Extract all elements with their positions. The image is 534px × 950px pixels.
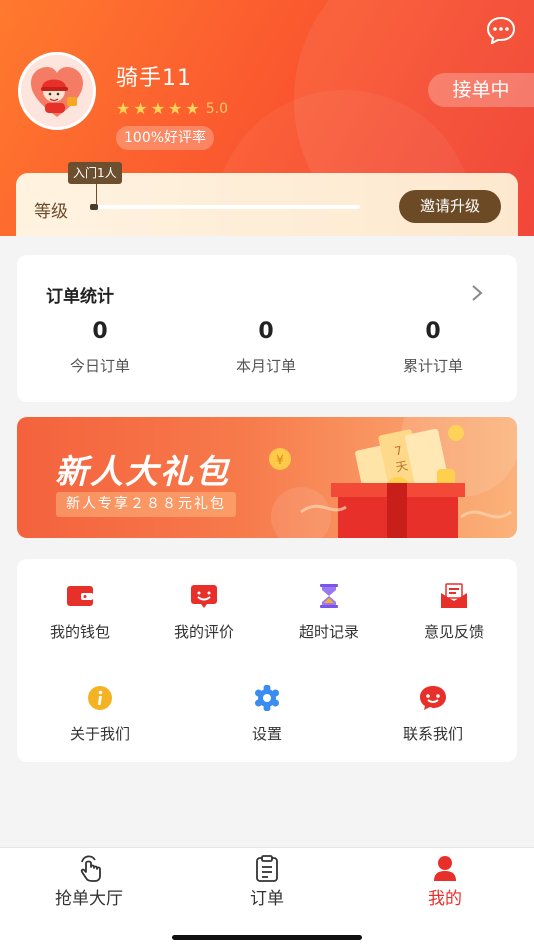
menu-item-timeout-records[interactable]: 超时记录 — [274, 583, 384, 642]
review-icon — [191, 585, 217, 608]
rating-value: 5.0 — [205, 101, 228, 117]
invite-upgrade-button[interactable]: 邀请升级 — [399, 190, 501, 223]
tab-label: 我的 — [428, 889, 462, 909]
tap-hand-icon — [80, 855, 101, 882]
menu-item-label: 关于我们 — [69, 725, 130, 743]
menu-item-label: 超时记录 — [298, 623, 359, 641]
coin-symbol: ¥ — [276, 453, 284, 467]
stat-label: 本月订单 — [235, 357, 296, 375]
menu-item-about[interactable]: 关于我们 — [45, 685, 155, 744]
level-label: 等级 — [34, 202, 68, 222]
wallet-icon — [67, 586, 93, 606]
stat-label: 累计订单 — [402, 357, 463, 375]
avatar[interactable] — [18, 52, 96, 130]
menu-item-label: 我的评价 — [173, 623, 234, 641]
tab-mine[interactable]: 我的 — [375, 854, 515, 909]
menu-item-label: 我的钱包 — [49, 623, 110, 641]
star-icon: ★ — [133, 99, 148, 118]
menu-item-contact[interactable]: 联系我们 — [378, 685, 488, 744]
menu-item-label: 意见反馈 — [423, 623, 484, 641]
menu-item-label: 设置 — [251, 725, 282, 743]
stat-today[interactable]: 0 今日订单 — [25, 319, 175, 376]
star-icon: ★ — [185, 99, 200, 118]
level-progress-marker — [90, 204, 98, 210]
star-rating: ★ ★ ★ ★ ★ 5.0 — [116, 99, 228, 118]
stat-label: 今日订单 — [69, 357, 130, 375]
profile-icon — [434, 856, 456, 881]
gift-box-illustration: ¥ 7 天 ¥ — [269, 417, 517, 538]
gear-icon — [255, 685, 279, 711]
stat-value: 0 — [425, 319, 441, 344]
level-card: 等级 入门1人 邀请升级 — [16, 162, 518, 236]
stat-value: 0 — [258, 319, 274, 344]
stat-total[interactable]: 0 累计订单 — [358, 319, 508, 376]
home-indicator — [172, 935, 362, 940]
level-tooltip-pointer — [96, 184, 97, 204]
menu-item-label: 联系我们 — [402, 725, 463, 743]
hourglass-icon — [320, 584, 338, 608]
tab-label: 订单 — [250, 889, 284, 909]
chat-icon — [420, 686, 446, 710]
star-icon: ★ — [168, 99, 183, 118]
order-stats-card[interactable]: 订单统计 0 今日订单 0 本月订单 0 累计订单 — [17, 255, 517, 402]
rider-avatar-icon — [31, 67, 83, 117]
services-grid: 我的钱包 我的评价 超时记录 意见反馈 关于我们 设置 联系我们 — [17, 559, 517, 762]
level-progress-bar — [90, 205, 360, 209]
star-icon: ★ — [150, 99, 166, 118]
banner-title: 新人大礼包 — [55, 452, 230, 491]
level-tooltip: 入门1人 — [68, 162, 122, 184]
tab-order-hall[interactable]: 抢单大厅 — [19, 854, 159, 909]
menu-item-feedback[interactable]: 意见反馈 — [399, 583, 509, 642]
newcomer-gift-banner[interactable]: 新人大礼包 新人专享２８８元礼包 ¥ 7 天 ¥ — [17, 417, 517, 538]
order-stats-title: 订单统计 — [46, 287, 114, 307]
tab-label: 抢单大厅 — [55, 889, 123, 909]
feedback-mail-icon — [441, 583, 467, 608]
stat-month[interactable]: 0 本月订单 — [191, 319, 341, 376]
menu-item-review[interactable]: 我的评价 — [149, 583, 259, 642]
clipboard-icon — [256, 855, 278, 882]
menu-item-wallet[interactable]: 我的钱包 — [25, 583, 135, 642]
message-bubble-icon[interactable] — [486, 16, 516, 44]
tab-orders[interactable]: 订单 — [197, 854, 337, 909]
info-icon — [88, 686, 112, 710]
chevron-right-icon[interactable] — [469, 283, 485, 303]
banner-subtitle: 新人专享２８８元礼包 — [56, 492, 236, 517]
stat-value: 0 — [92, 319, 108, 344]
star-icon: ★ — [116, 99, 131, 118]
good-rate-badge: 100%好评率 — [116, 126, 215, 150]
rider-name: 骑手11 — [116, 66, 192, 91]
menu-item-settings[interactable]: 设置 — [212, 685, 322, 744]
order-status-toggle[interactable]: 接单中 — [428, 73, 534, 107]
